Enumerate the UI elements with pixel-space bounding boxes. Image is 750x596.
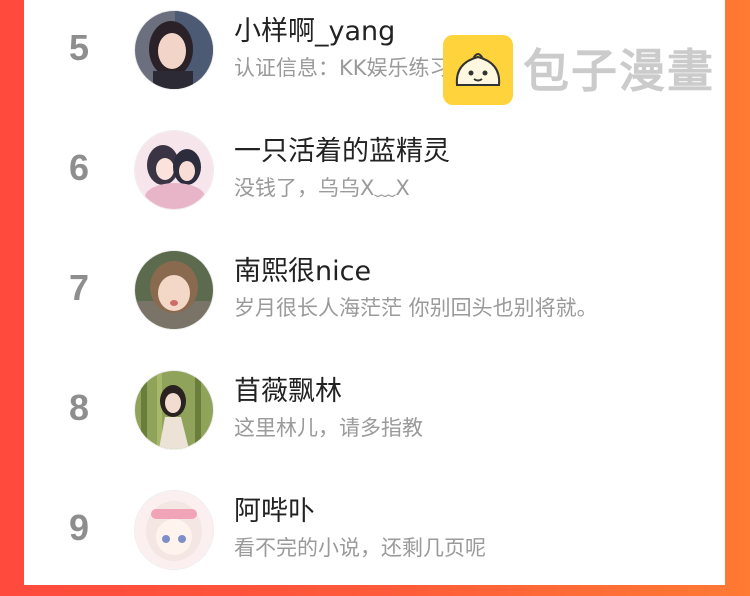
avatar[interactable] bbox=[134, 250, 214, 330]
avatar[interactable] bbox=[134, 10, 214, 90]
username: 南熙很nice bbox=[234, 256, 372, 287]
user-bio: 认证信息：KK娱乐练习生 bbox=[234, 56, 472, 80]
list-item[interactable]: 7 南熙很nice 岁月很长人海茫茫 你别回头也别将就。 bbox=[24, 246, 725, 356]
list-item[interactable]: 6 一只活着的蓝精灵 没钱了，乌乌X﹏X bbox=[24, 126, 725, 236]
avatar[interactable] bbox=[134, 370, 214, 450]
rank-number: 7 bbox=[68, 267, 90, 308]
user-bio: 岁月很长人海茫茫 你别回头也别将就。 bbox=[234, 296, 598, 320]
username: 苜薇飘林 bbox=[234, 376, 342, 407]
list-item[interactable]: 8 苜薇飘林 这里林儿，请多指教 bbox=[24, 366, 725, 476]
avatar[interactable] bbox=[134, 130, 214, 210]
bun-logo-icon bbox=[443, 35, 513, 105]
rank-number: 5 bbox=[68, 27, 90, 68]
avatar[interactable] bbox=[134, 490, 214, 570]
rank-number: 9 bbox=[68, 507, 90, 548]
username: 小样啊_yang bbox=[234, 16, 396, 47]
user-bio: 没钱了，乌乌X﹏X bbox=[234, 176, 410, 200]
watermark-text: 包子漫畫 bbox=[523, 44, 715, 98]
username: 一只活着的蓝精灵 bbox=[234, 136, 450, 167]
user-bio: 这里林儿，请多指教 bbox=[234, 416, 423, 440]
username: 阿哔卟 bbox=[234, 496, 315, 527]
rank-number: 8 bbox=[68, 387, 90, 428]
watermark: 包子漫畫 bbox=[443, 35, 733, 107]
rank-number: 6 bbox=[68, 147, 90, 188]
list-item[interactable]: 9 阿哔卟 看不完的小说，还剩几页呢 bbox=[24, 486, 725, 596]
user-bio: 看不完的小说，还剩几页呢 bbox=[234, 536, 486, 560]
